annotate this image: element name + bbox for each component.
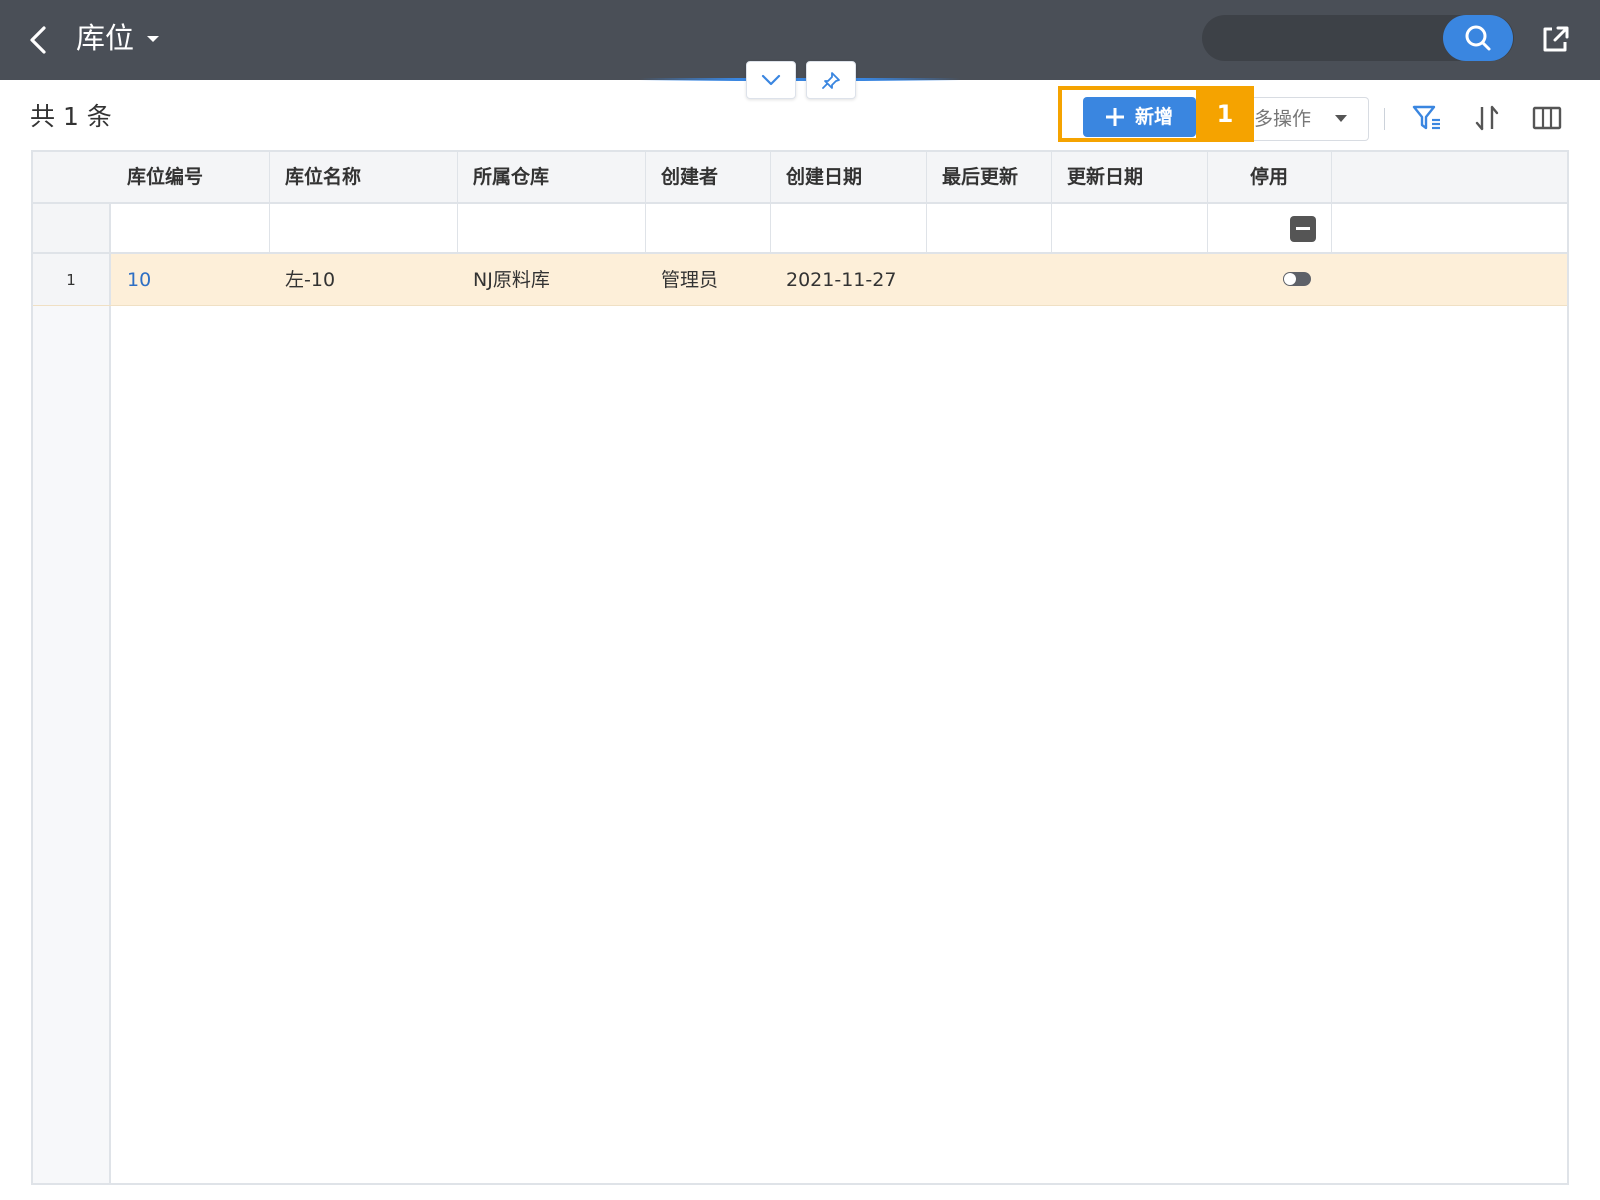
tab-indicator-line (640, 78, 960, 81)
share-icon (1543, 26, 1569, 52)
filter-creator-input[interactable] (645, 204, 770, 252)
data-grid: 库位编号 库位名称 所属仓库 创建者 创建日期 最后更新 更新日期 停用 1 1… (31, 150, 1569, 1185)
back-button[interactable] (24, 22, 56, 58)
cell-code-link[interactable]: 10 (111, 254, 269, 305)
filter-row-number-cell (33, 204, 111, 252)
col-header-last-update[interactable]: 最后更新 (926, 152, 1051, 202)
columns-icon (1532, 106, 1562, 130)
sort-button[interactable] (1470, 101, 1504, 135)
filter-icon (1412, 105, 1440, 130)
column-divider (1331, 152, 1332, 254)
search-button[interactable] (1443, 15, 1513, 61)
filter-name-input[interactable] (269, 204, 457, 252)
pin-tab[interactable] (806, 61, 856, 99)
annotation-step-badge: 1 (1196, 86, 1254, 142)
chevron-down-icon (761, 74, 781, 86)
table-header-row: 库位编号 库位名称 所属仓库 创建者 创建日期 最后更新 更新日期 停用 (33, 152, 1567, 204)
col-header-name[interactable]: 库位名称 (269, 152, 457, 202)
cell-warehouse: NJ原料库 (473, 269, 550, 291)
share-button[interactable] (1538, 22, 1572, 56)
collapse-tab[interactable] (746, 61, 796, 99)
table-filter-row (33, 204, 1567, 254)
filter-update-date-input[interactable] (1051, 204, 1207, 252)
filter-created-input[interactable] (770, 204, 926, 252)
toolbar-divider (1384, 108, 1385, 130)
filter-last-update-input[interactable] (926, 204, 1051, 252)
filter-warehouse-input[interactable] (457, 204, 645, 252)
more-actions-label: 多操作 (1254, 108, 1312, 130)
pin-icon (822, 72, 840, 89)
column-divider (770, 152, 771, 254)
cell-update-date (1051, 254, 1207, 305)
col-header-disabled[interactable]: 停用 (1207, 152, 1331, 202)
cell-creator: 管理员 (661, 269, 719, 291)
col-header-created[interactable]: 创建日期 (770, 152, 926, 202)
chevron-left-icon (30, 26, 46, 54)
row-number-column (33, 152, 111, 1183)
caret-down-icon (1335, 115, 1347, 122)
page-title[interactable]: 库位 (76, 18, 134, 58)
row-number: 1 (33, 254, 111, 305)
filter-button[interactable] (1410, 101, 1444, 135)
search-icon (1465, 25, 1491, 51)
cell-last-update (926, 254, 1051, 305)
cell-name: 左-10 (285, 269, 336, 291)
column-divider (269, 152, 270, 254)
filter-code-input[interactable] (111, 204, 269, 252)
columns-button[interactable] (1530, 101, 1564, 135)
top-bar: 库位 (0, 0, 1600, 80)
sort-icon (1475, 105, 1499, 131)
col-header-warehouse[interactable]: 所属仓库 (457, 152, 645, 202)
col-header-creator[interactable]: 创建者 (645, 152, 770, 202)
filter-disabled-checkbox[interactable] (1290, 216, 1316, 242)
cell-created-date: 2021-11-27 (786, 269, 897, 291)
column-divider (926, 152, 927, 254)
disabled-toggle[interactable] (1283, 272, 1311, 286)
column-divider (457, 152, 458, 254)
column-divider (1207, 152, 1208, 254)
record-count: 共 1 条 (30, 102, 112, 131)
col-header-code[interactable]: 库位编号 (111, 152, 269, 202)
col-header-update-date[interactable]: 更新日期 (1051, 152, 1207, 202)
column-divider (1051, 152, 1052, 254)
caret-down-icon[interactable] (146, 34, 160, 44)
toggle-knob (1284, 273, 1296, 285)
column-divider (645, 152, 646, 254)
more-actions-dropdown[interactable]: 多操作 (1254, 97, 1369, 141)
table-row[interactable]: 1 10 左-10 NJ原料库 管理员 2021-11-27 (33, 254, 1567, 306)
